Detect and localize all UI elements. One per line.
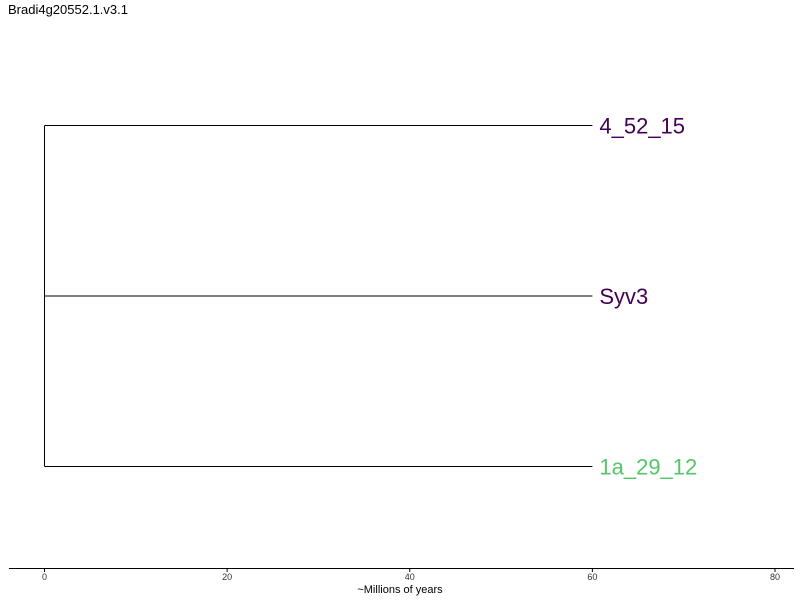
x-tick-label: 60: [587, 572, 597, 582]
x-tick-label: 20: [222, 572, 232, 582]
x-axis-ticks: 0 20 40 60 80: [42, 568, 780, 582]
x-tick-label: 0: [42, 572, 47, 582]
dendrogram-canvas: Bradi4g20552.1.v3.1 4_52_15 Syv3 1a_29_12 …: [0, 0, 800, 600]
leaf-label: 1a_29_12: [599, 455, 697, 480]
leaf-label: Syv3: [599, 284, 648, 309]
tree-plot: 4_52_15 Syv3 1a_29_12 0 20 40 60 80 ~Millions …: [9, 114, 794, 596]
leaf-labels: 4_52_15 Syv3 1a_29_12: [599, 114, 697, 480]
x-axis: 0 20 40 60 80 ~Millions of years: [9, 568, 794, 596]
x-tick-label: 80: [770, 572, 780, 582]
leaf-label: 4_52_15: [599, 114, 685, 139]
x-tick-label: 40: [405, 572, 415, 582]
x-axis-title: ~Millions of years: [357, 584, 443, 596]
tree-branches: [44, 125, 593, 467]
